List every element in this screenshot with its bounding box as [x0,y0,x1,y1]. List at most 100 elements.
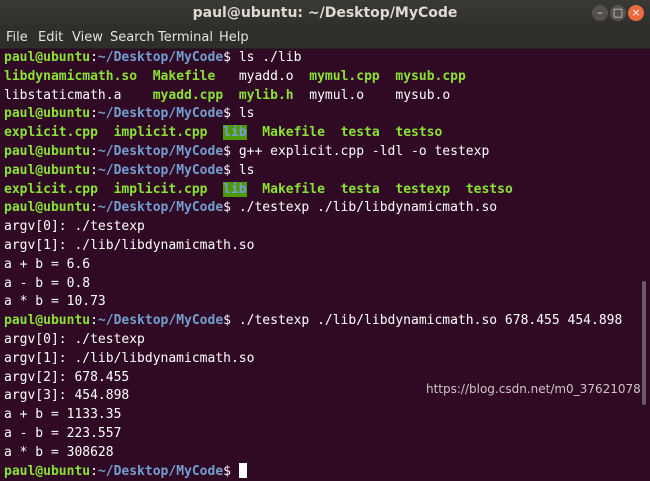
prompt-user: paul@ubuntu [4,50,91,65]
terminal-line: paul@ubuntu:~/Desktop/MyCode$ g++ explic… [4,143,640,162]
window-title: paul@ubuntu: ~/Desktop/MyCode [192,5,458,21]
file-entry: testexp [395,181,451,197]
prompt-dollar: $ [223,143,239,159]
prompt-dollar: $ [223,106,239,122]
output-text: argv[2]: 678.455 [4,369,130,385]
prompt-sep: : [90,200,98,216]
file-entry: implicit.cpp [113,181,208,197]
file-entry: explicit.cpp [4,181,98,197]
terminal-line: paul@ubuntu:~/Desktop/MyCode$ ./testexp … [4,199,640,218]
output-text: argv[0]: ./testexp [4,219,145,235]
terminal-line: paul@ubuntu:~/Desktop/MyCode$ ./testexp … [4,312,640,331]
output-text: a - b = 223.557 [4,425,122,441]
output-text: a * b = 10.73 [4,294,106,310]
menu-file[interactable]: File [6,30,28,45]
prompt-path: ~/Desktop/MyCode [97,200,224,216]
scrollbar[interactable] [642,49,648,405]
file-entry: myadd.cpp [152,87,224,103]
prompt-dollar: $ [223,162,239,178]
terminal-line: a * b = 308628 [4,444,640,463]
terminal-line: argv[0]: ./testexp [4,331,640,350]
terminal-line: a - b = 0.8 [4,275,640,294]
terminal-line: a + b = 1133.35 [4,406,640,425]
file-entry: libdynamicmath.so [4,68,138,84]
file-entry: Makefile [262,181,325,197]
prompt-dollar: $ [223,50,239,65]
file-entry: explicit.cpp [4,125,98,141]
command-text: ls [238,106,255,122]
terminal-line: explicit.cpp implicit.cpp lib Makefile t… [4,124,640,143]
output-text: argv[3]: 454.898 [4,388,130,404]
terminal-line: argv[1]: ./lib/libdynamicmath.so [4,237,640,256]
prompt-sep: : [90,313,98,329]
prompt-path: ~/Desktop/MyCode [97,463,224,479]
prompt-dollar: $ [223,463,239,479]
output-text: a - b = 0.8 [4,275,91,291]
watermark: https://blog.csdn.net/m0_37621078 [426,382,641,396]
file-entry: testa [340,181,380,197]
file-entry: Makefile [262,125,325,141]
file-entry: mylib.h [238,87,294,103]
file-entry: libstaticmath.a [4,87,122,103]
prompt-dollar: $ [223,200,239,216]
file-entry: myadd.o [238,68,294,84]
minimize-icon[interactable]: – [592,5,608,21]
file-entry: mymul.o [309,87,365,103]
file-entry: implicit.cpp [113,125,208,141]
file-entry: mysub.cpp [395,68,466,84]
terminal-line: argv[1]: ./lib/libdynamicmath.so [4,350,640,369]
prompt-path: ~/Desktop/MyCode [97,313,224,329]
terminal-line: paul@ubuntu:~/Desktop/MyCode$ [4,462,640,481]
terminal-line: paul@ubuntu:~/Desktop/MyCode$ ls [4,162,640,181]
prompt-path: ~/Desktop/MyCode [97,106,224,122]
prompt-user: paul@ubuntu [4,200,91,216]
menu-help[interactable]: Help [219,30,249,45]
menu-bar: File Edit View Search Terminal Help [0,28,650,49]
file-entry: lib [223,181,247,197]
terminal-line: a + b = 6.6 [4,256,640,275]
prompt-sep: : [90,106,98,122]
terminal-line: paul@ubuntu:~/Desktop/MyCode$ ls [4,105,640,124]
title-bar[interactable]: paul@ubuntu: ~/Desktop/MyCode – □ × [0,0,650,28]
file-entry: testa [340,125,380,141]
cursor [238,462,247,478]
prompt-user: paul@ubuntu [4,143,91,159]
prompt-user: paul@ubuntu [4,313,91,329]
command-text: ./testexp ./lib/libdynamicmath.so 678.45… [238,313,623,329]
file-entry: testso [395,125,443,141]
prompt-sep: : [90,50,98,65]
output-text: a * b = 308628 [4,444,114,460]
command-text: g++ explicit.cpp -ldl -o testexp [238,143,490,159]
output-text: argv[1]: ./lib/libdynamicmath.so [4,350,255,366]
output-text: a + b = 6.6 [4,256,91,272]
terminal-line: paul@ubuntu:~/Desktop/MyCode$ ls ./lib [4,49,640,68]
prompt-user: paul@ubuntu [4,463,91,479]
prompt-sep: : [90,143,98,159]
terminal-output[interactable]: paul@ubuntu:~/Desktop/MyCode$ ls ./lib li… [4,49,640,479]
prompt-path: ~/Desktop/MyCode [97,50,224,65]
menu-search[interactable]: Search [110,30,155,45]
file-entry: mysub.o [395,87,451,103]
maximize-icon[interactable]: □ [610,5,626,21]
file-entry: mymul.cpp [309,68,380,84]
terminal-window: paul@ubuntu: ~/Desktop/MyCode – □ × File… [0,0,650,479]
file-entry: testso [465,181,513,197]
terminal-line: libdynamicmath.so Makefile myadd.o mymul… [4,68,640,87]
terminal-line: explicit.cpp implicit.cpp lib Makefile t… [4,181,640,200]
menu-terminal[interactable]: Terminal [158,30,213,45]
output-text: argv[1]: ./lib/libdynamicmath.so [4,237,255,253]
terminal-line: argv[0]: ./testexp [4,218,640,237]
menu-view[interactable]: View [72,30,103,45]
output-text: argv[0]: ./testexp [4,331,145,347]
command-text: ./testexp ./lib/libdynamicmath.so [238,200,498,216]
prompt-user: paul@ubuntu [4,106,91,122]
prompt-path: ~/Desktop/MyCode [97,143,224,159]
terminal-line: a * b = 10.73 [4,293,640,312]
terminal-line: a - b = 223.557 [4,425,640,444]
command-text: ls ./lib [238,50,302,65]
prompt-path: ~/Desktop/MyCode [97,162,224,178]
scrollbar-thumb[interactable] [642,281,646,405]
prompt-user: paul@ubuntu [4,162,91,178]
menu-edit[interactable]: Edit [38,30,63,45]
close-icon[interactable]: × [628,5,644,21]
